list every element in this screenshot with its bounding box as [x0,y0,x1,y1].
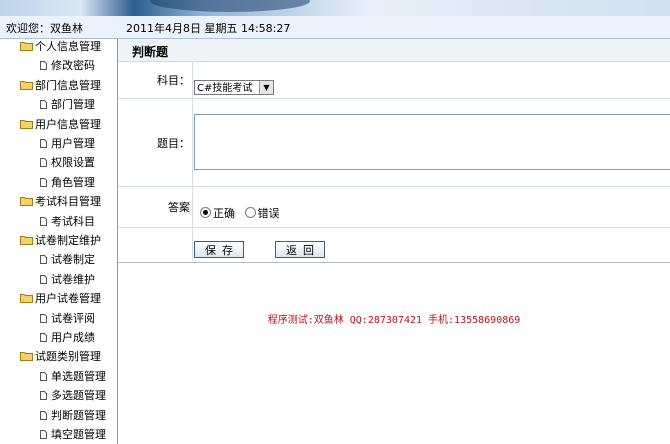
folder-icon [20,80,33,90]
sidebar-item-label: 修改密码 [51,59,95,73]
answer-true-label[interactable]: 正确 [213,207,235,220]
sidebar-item[interactable]: 权限设置 [40,154,95,172]
sidebar-item-label: 考试科目 [51,214,95,228]
sidebar-group[interactable]: 考试科目管理 [20,193,101,211]
folder-icon [20,236,33,245]
sidebar-group[interactable]: 个人信息管理 [20,39,101,56]
page-title-bar: 判断题 [118,39,670,62]
subject-select-value: C#技能考试 [197,83,253,94]
sidebar-item[interactable]: 用户管理 [40,135,95,153]
document-icon [40,100,47,110]
info-bar: 欢迎您：双鱼林 2011年4月8日 星期五 14:58:27 [0,16,670,39]
document-icon [40,410,47,420]
folder-icon [20,197,33,207]
folder-icon [20,119,33,129]
sidebar-group[interactable]: 用户信息管理 [20,116,101,134]
document-icon [40,274,47,284]
datetime-text: 2011年4月8日 星期五 14:58:27 [126,22,291,35]
sidebar-item[interactable]: 试卷评阅 [40,310,95,328]
back-button[interactable]: 返回 [275,241,325,258]
sidebar-item-label: 考试科目管理 [35,195,101,209]
document-icon [40,177,47,187]
save-button[interactable]: 保存 [194,241,244,258]
document-icon [40,158,47,168]
folder-icon [20,352,33,362]
sidebar-item-label: 用户信息管理 [35,117,101,131]
question-form: 科目： C#技能考试 ▼ 题目： 答案 正确 错误 保存 返回 [118,62,670,263]
sidebar-item[interactable]: 部门管理 [40,96,95,114]
sidebar-item-label: 部门信息管理 [35,78,101,92]
answer-false-label[interactable]: 错误 [258,207,280,220]
document-icon [40,216,47,226]
question-label: 题目： [157,137,190,150]
sidebar-item[interactable]: 试卷维护 [40,271,95,289]
sidebar-item-label: 用户管理 [51,137,95,150]
sidebar-item[interactable]: 用户成绩 [40,329,95,347]
sidebar-item[interactable]: 试卷制定 [40,251,95,269]
sidebar-item[interactable]: 修改密码 [40,57,95,75]
answer-true-radio[interactable] [200,207,211,218]
folder-icon [20,42,33,51]
sidebar-group[interactable]: 部门信息管理 [20,77,101,95]
sidebar-group[interactable]: 试卷制定维护 [20,232,101,250]
sidebar-item-label: 权限设置 [51,156,95,170]
top-banner [0,0,670,16]
sidebar-item-label: 部门管理 [51,98,95,112]
question-textarea[interactable] [194,114,670,170]
sidebar-group[interactable]: 试题类别管理 [20,348,101,366]
sidebar-item[interactable]: 多选题管理 [40,387,106,405]
footer-credit: 程序测试:双鱼林 QQ:287307421 手机:13558690869 [267,315,521,326]
banner-decoration [150,0,310,12]
sidebar-item[interactable]: 判断题管理 [40,407,106,425]
sidebar-item[interactable]: 单选题管理 [40,368,106,386]
subject-select[interactable]: C#技能考试 ▼ [194,80,274,95]
document-icon [40,430,47,439]
document-icon [40,139,47,148]
main-panel: 判断题 科目： C#技能考试 ▼ 题目： 答案 正确 错误 保存 返回 程序测试… [118,39,670,444]
sidebar-group[interactable]: 用户试卷管理 [20,290,101,308]
sidebar-item-label: 用户试卷管理 [35,292,101,306]
sidebar-item-label: 试卷评阅 [51,311,95,325]
answer-label: 答案 [168,201,190,214]
document-icon [40,371,47,381]
page-title: 判断题 [132,45,169,59]
sidebar-item-label: 角色管理 [51,175,95,189]
folder-icon [20,294,33,304]
answer-options: 正确 错误 [200,205,280,221]
sidebar-item[interactable]: 角色管理 [40,174,95,192]
chevron-down-icon[interactable]: ▼ [259,81,273,94]
sidebar-item-label: 填空题管理 [51,428,106,441]
sidebar-item-label: 试卷维护 [51,272,95,286]
sidebar-item-label: 试卷制定 [51,253,95,267]
document-icon [40,313,47,323]
document-icon [40,61,47,71]
document-icon [40,255,47,265]
sidebar-item-label: 个人信息管理 [35,40,101,53]
sidebar-item-label: 判断题管理 [51,408,106,422]
document-icon [40,333,47,342]
answer-false-radio[interactable] [244,207,256,218]
subject-label: 科目： [157,74,190,87]
welcome-text: 欢迎您：双鱼林 [6,22,83,35]
sidebar-item-label: 试题类别管理 [35,350,101,364]
sidebar-tree: 个人信息管理修改密码部门信息管理部门管理用户信息管理用户管理权限设置角色管理考试… [0,39,118,444]
sidebar-item-label: 多选题管理 [51,389,106,403]
document-icon [40,391,47,401]
sidebar-item-label: 单选题管理 [51,369,106,383]
sidebar-item-label: 用户成绩 [51,331,95,344]
sidebar-item[interactable]: 填空题管理 [40,426,106,444]
sidebar-item-label: 试卷制定维护 [35,234,101,247]
sidebar-item[interactable]: 考试科目 [40,213,95,231]
